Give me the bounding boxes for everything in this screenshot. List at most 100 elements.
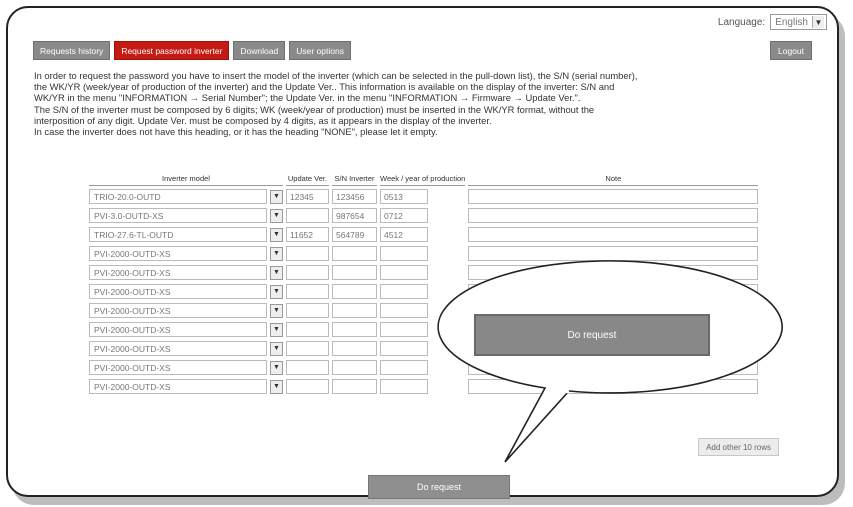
- week-year-field[interactable]: 0712: [380, 208, 428, 223]
- chevron-down-icon[interactable]: ▼: [270, 227, 283, 242]
- logout-button[interactable]: Logout: [770, 41, 812, 60]
- update-ver-field[interactable]: [286, 341, 329, 356]
- sn-field[interactable]: 123456: [332, 189, 377, 204]
- inverter-model-select[interactable]: PVI-2000-OUTD-XS: [89, 341, 267, 356]
- week-year-field[interactable]: [380, 246, 428, 261]
- chevron-down-icon[interactable]: ▼: [270, 379, 283, 394]
- model-dropdown-cell: ▼: [270, 340, 283, 357]
- sn-cell: [332, 264, 377, 281]
- update-ver-field[interactable]: [286, 284, 329, 299]
- week-cell: [380, 359, 465, 376]
- week-cell: [380, 378, 465, 395]
- table-row: PVI-2000-OUTD-XS ▼: [89, 264, 759, 281]
- model-cell: PVI-2000-OUTD-XS: [89, 321, 267, 338]
- note-field[interactable]: [468, 284, 759, 299]
- inverter-model-select[interactable]: PVI-2000-OUTD-XS: [89, 322, 267, 337]
- chevron-down-icon[interactable]: ▼: [270, 303, 283, 318]
- chevron-down-icon[interactable]: ▼: [270, 208, 283, 223]
- update-ver-field[interactable]: [286, 208, 329, 223]
- note-field[interactable]: [468, 265, 759, 280]
- week-year-field[interactable]: [380, 341, 428, 356]
- week-year-field[interactable]: 0513: [380, 189, 428, 204]
- instructions-line: the WK/YR (week/year of production of th…: [34, 81, 615, 93]
- sn-field[interactable]: 564789: [332, 227, 377, 242]
- inverter-model-select[interactable]: PVI-2000-OUTD-XS: [89, 360, 267, 375]
- header-note: Note: [468, 174, 759, 186]
- week-year-field[interactable]: 4512: [380, 227, 428, 242]
- model-dropdown-cell: ▼: [270, 207, 283, 224]
- update-ver-field[interactable]: [286, 360, 329, 375]
- note-field[interactable]: [468, 227, 759, 242]
- model-dropdown-cell: ▼: [270, 226, 283, 243]
- tab-request-password-inverter[interactable]: Request password inverter: [114, 41, 230, 60]
- week-year-field[interactable]: [380, 303, 428, 318]
- sn-field[interactable]: [332, 284, 377, 299]
- week-year-field[interactable]: [380, 322, 428, 337]
- inverter-model-select[interactable]: TRIO-20.0-OUTD: [89, 189, 267, 204]
- week-year-field[interactable]: [380, 379, 428, 394]
- note-field[interactable]: [468, 208, 759, 223]
- sn-field[interactable]: [332, 322, 377, 337]
- note-field[interactable]: [468, 379, 759, 394]
- sn-field[interactable]: [332, 341, 377, 356]
- sn-field[interactable]: [332, 246, 377, 261]
- chevron-down-icon[interactable]: ▼: [812, 16, 824, 28]
- sn-cell: [332, 245, 377, 262]
- update-ver-field[interactable]: [286, 322, 329, 337]
- sn-field[interactable]: [332, 379, 377, 394]
- inverter-model-select[interactable]: PVI-2000-OUTD-XS: [89, 265, 267, 280]
- week-year-field[interactable]: [380, 284, 428, 299]
- note-cell: [468, 226, 759, 243]
- note-field[interactable]: [468, 360, 759, 375]
- tab-user-options[interactable]: User options: [289, 41, 351, 60]
- language-selector: Language: English ▼: [718, 14, 827, 30]
- add-rows-button[interactable]: Add other 10 rows: [698, 438, 779, 456]
- update-ver-field[interactable]: [286, 379, 329, 394]
- table-row: PVI-2000-OUTD-XS ▼: [89, 378, 759, 395]
- update-ver-field[interactable]: [286, 303, 329, 318]
- language-select[interactable]: English ▼: [770, 14, 827, 30]
- week-cell: [380, 245, 465, 262]
- chevron-down-icon[interactable]: ▼: [270, 341, 283, 356]
- callout-do-request-button[interactable]: Do request: [474, 314, 710, 356]
- chevron-down-icon[interactable]: ▼: [270, 246, 283, 261]
- inverter-model-select[interactable]: PVI-2000-OUTD-XS: [89, 246, 267, 261]
- model-dropdown-cell: ▼: [270, 283, 283, 300]
- chevron-down-icon[interactable]: ▼: [270, 189, 283, 204]
- inverter-model-select[interactable]: PVI-2000-OUTD-XS: [89, 284, 267, 299]
- tab-requests-history[interactable]: Requests history: [33, 41, 111, 60]
- update-ver-field[interactable]: 12345: [286, 189, 329, 204]
- update-cell: [286, 283, 329, 300]
- note-cell: [468, 378, 759, 395]
- model-cell: TRIO-27.6-TL-OUTD: [89, 226, 267, 243]
- inverter-model-select[interactable]: PVI-2000-OUTD-XS: [89, 379, 267, 394]
- sn-field[interactable]: [332, 360, 377, 375]
- table-row: PVI-3.0-OUTD-XS ▼ 987654 0712: [89, 207, 759, 224]
- tab-download[interactable]: Download: [233, 41, 286, 60]
- update-ver-field[interactable]: [286, 265, 329, 280]
- chevron-down-icon[interactable]: ▼: [270, 322, 283, 337]
- week-cell: [380, 321, 465, 338]
- chevron-down-icon[interactable]: ▼: [270, 284, 283, 299]
- week-year-field[interactable]: [380, 360, 428, 375]
- week-year-field[interactable]: [380, 265, 428, 280]
- update-cell: [286, 321, 329, 338]
- do-request-button[interactable]: Do request: [368, 475, 510, 499]
- sn-field[interactable]: 987654: [332, 208, 377, 223]
- note-cell: [468, 207, 759, 224]
- sn-cell: [332, 283, 377, 300]
- note-field[interactable]: [468, 246, 759, 261]
- update-ver-field[interactable]: 11652: [286, 227, 329, 242]
- chevron-down-icon[interactable]: ▼: [270, 360, 283, 375]
- inverter-model-select[interactable]: PVI-3.0-OUTD-XS: [89, 208, 267, 223]
- language-label: Language:: [717, 16, 766, 28]
- update-cell: [286, 340, 329, 357]
- note-field[interactable]: [468, 189, 759, 204]
- inverter-model-select[interactable]: TRIO-27.6-TL-OUTD: [89, 227, 267, 242]
- sn-field[interactable]: [332, 303, 377, 318]
- instructions-text: In order to request the password you hav…: [34, 70, 814, 137]
- update-ver-field[interactable]: [286, 246, 329, 261]
- sn-field[interactable]: [332, 265, 377, 280]
- inverter-model-select[interactable]: PVI-2000-OUTD-XS: [89, 303, 267, 318]
- chevron-down-icon[interactable]: ▼: [270, 265, 283, 280]
